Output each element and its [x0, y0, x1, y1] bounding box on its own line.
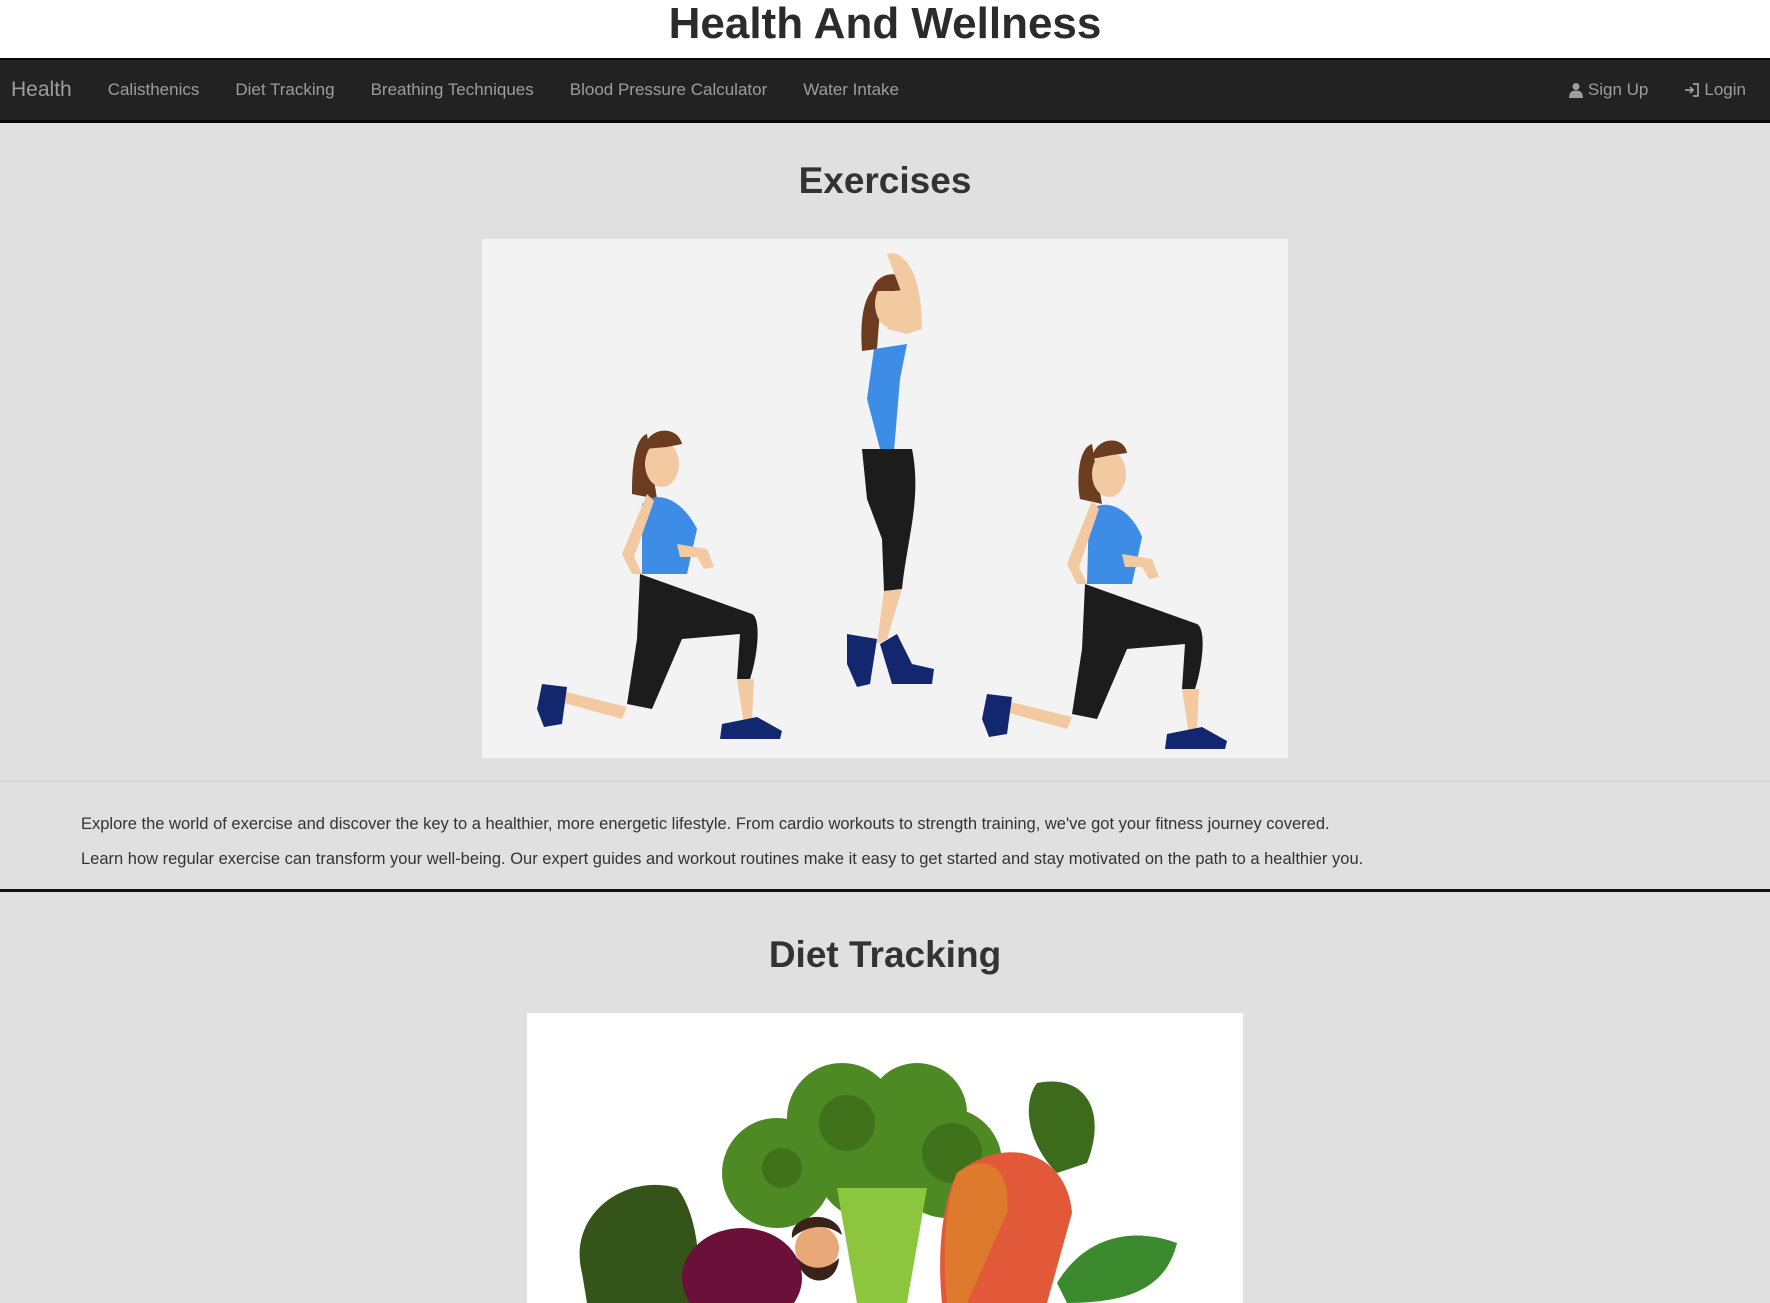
signup-link[interactable]: Sign Up [1556, 80, 1660, 100]
navbar: Health Calisthenics Diet Tracking Breath… [0, 58, 1770, 123]
signup-label: Sign Up [1587, 80, 1649, 99]
diet-section: Diet Tracking [0, 892, 1770, 1303]
nav-water-intake[interactable]: Water Intake [785, 80, 917, 100]
exercises-paragraph: Explore the world of exercise and discov… [81, 815, 1330, 833]
nav-breathing-techniques[interactable]: Breathing Techniques [353, 80, 552, 100]
diet-title: Diet Tracking [768, 934, 1002, 975]
navbar-brand[interactable]: Health [0, 78, 90, 102]
vegetables-illustration [527, 1013, 1243, 1303]
site-title: Health And Wellness [0, 0, 1770, 58]
exercise-illustration [482, 239, 1288, 758]
nav-links: Calisthenics Diet Tracking Breathing Tec… [90, 80, 917, 100]
exercises-section: Exercises Explore the world of exercise … [0, 123, 1770, 889]
login-link[interactable]: Login [1672, 80, 1758, 100]
nav-diet-tracking[interactable]: Diet Tracking [217, 80, 352, 100]
nav-blood-pressure-calculator[interactable]: Blood Pressure Calculator [552, 80, 785, 100]
login-label: Login [1704, 80, 1746, 99]
login-icon [1685, 83, 1700, 97]
exercises-title: Exercises [798, 160, 972, 201]
nav-calisthenics[interactable]: Calisthenics [90, 80, 218, 100]
exercises-paragraph: Learn how regular exercise can transform… [81, 850, 1364, 868]
exercises-description: Explore the world of exercise and discov… [0, 781, 1770, 889]
user-icon [1568, 83, 1583, 98]
nav-auth: Sign Up Login [1556, 60, 1758, 120]
